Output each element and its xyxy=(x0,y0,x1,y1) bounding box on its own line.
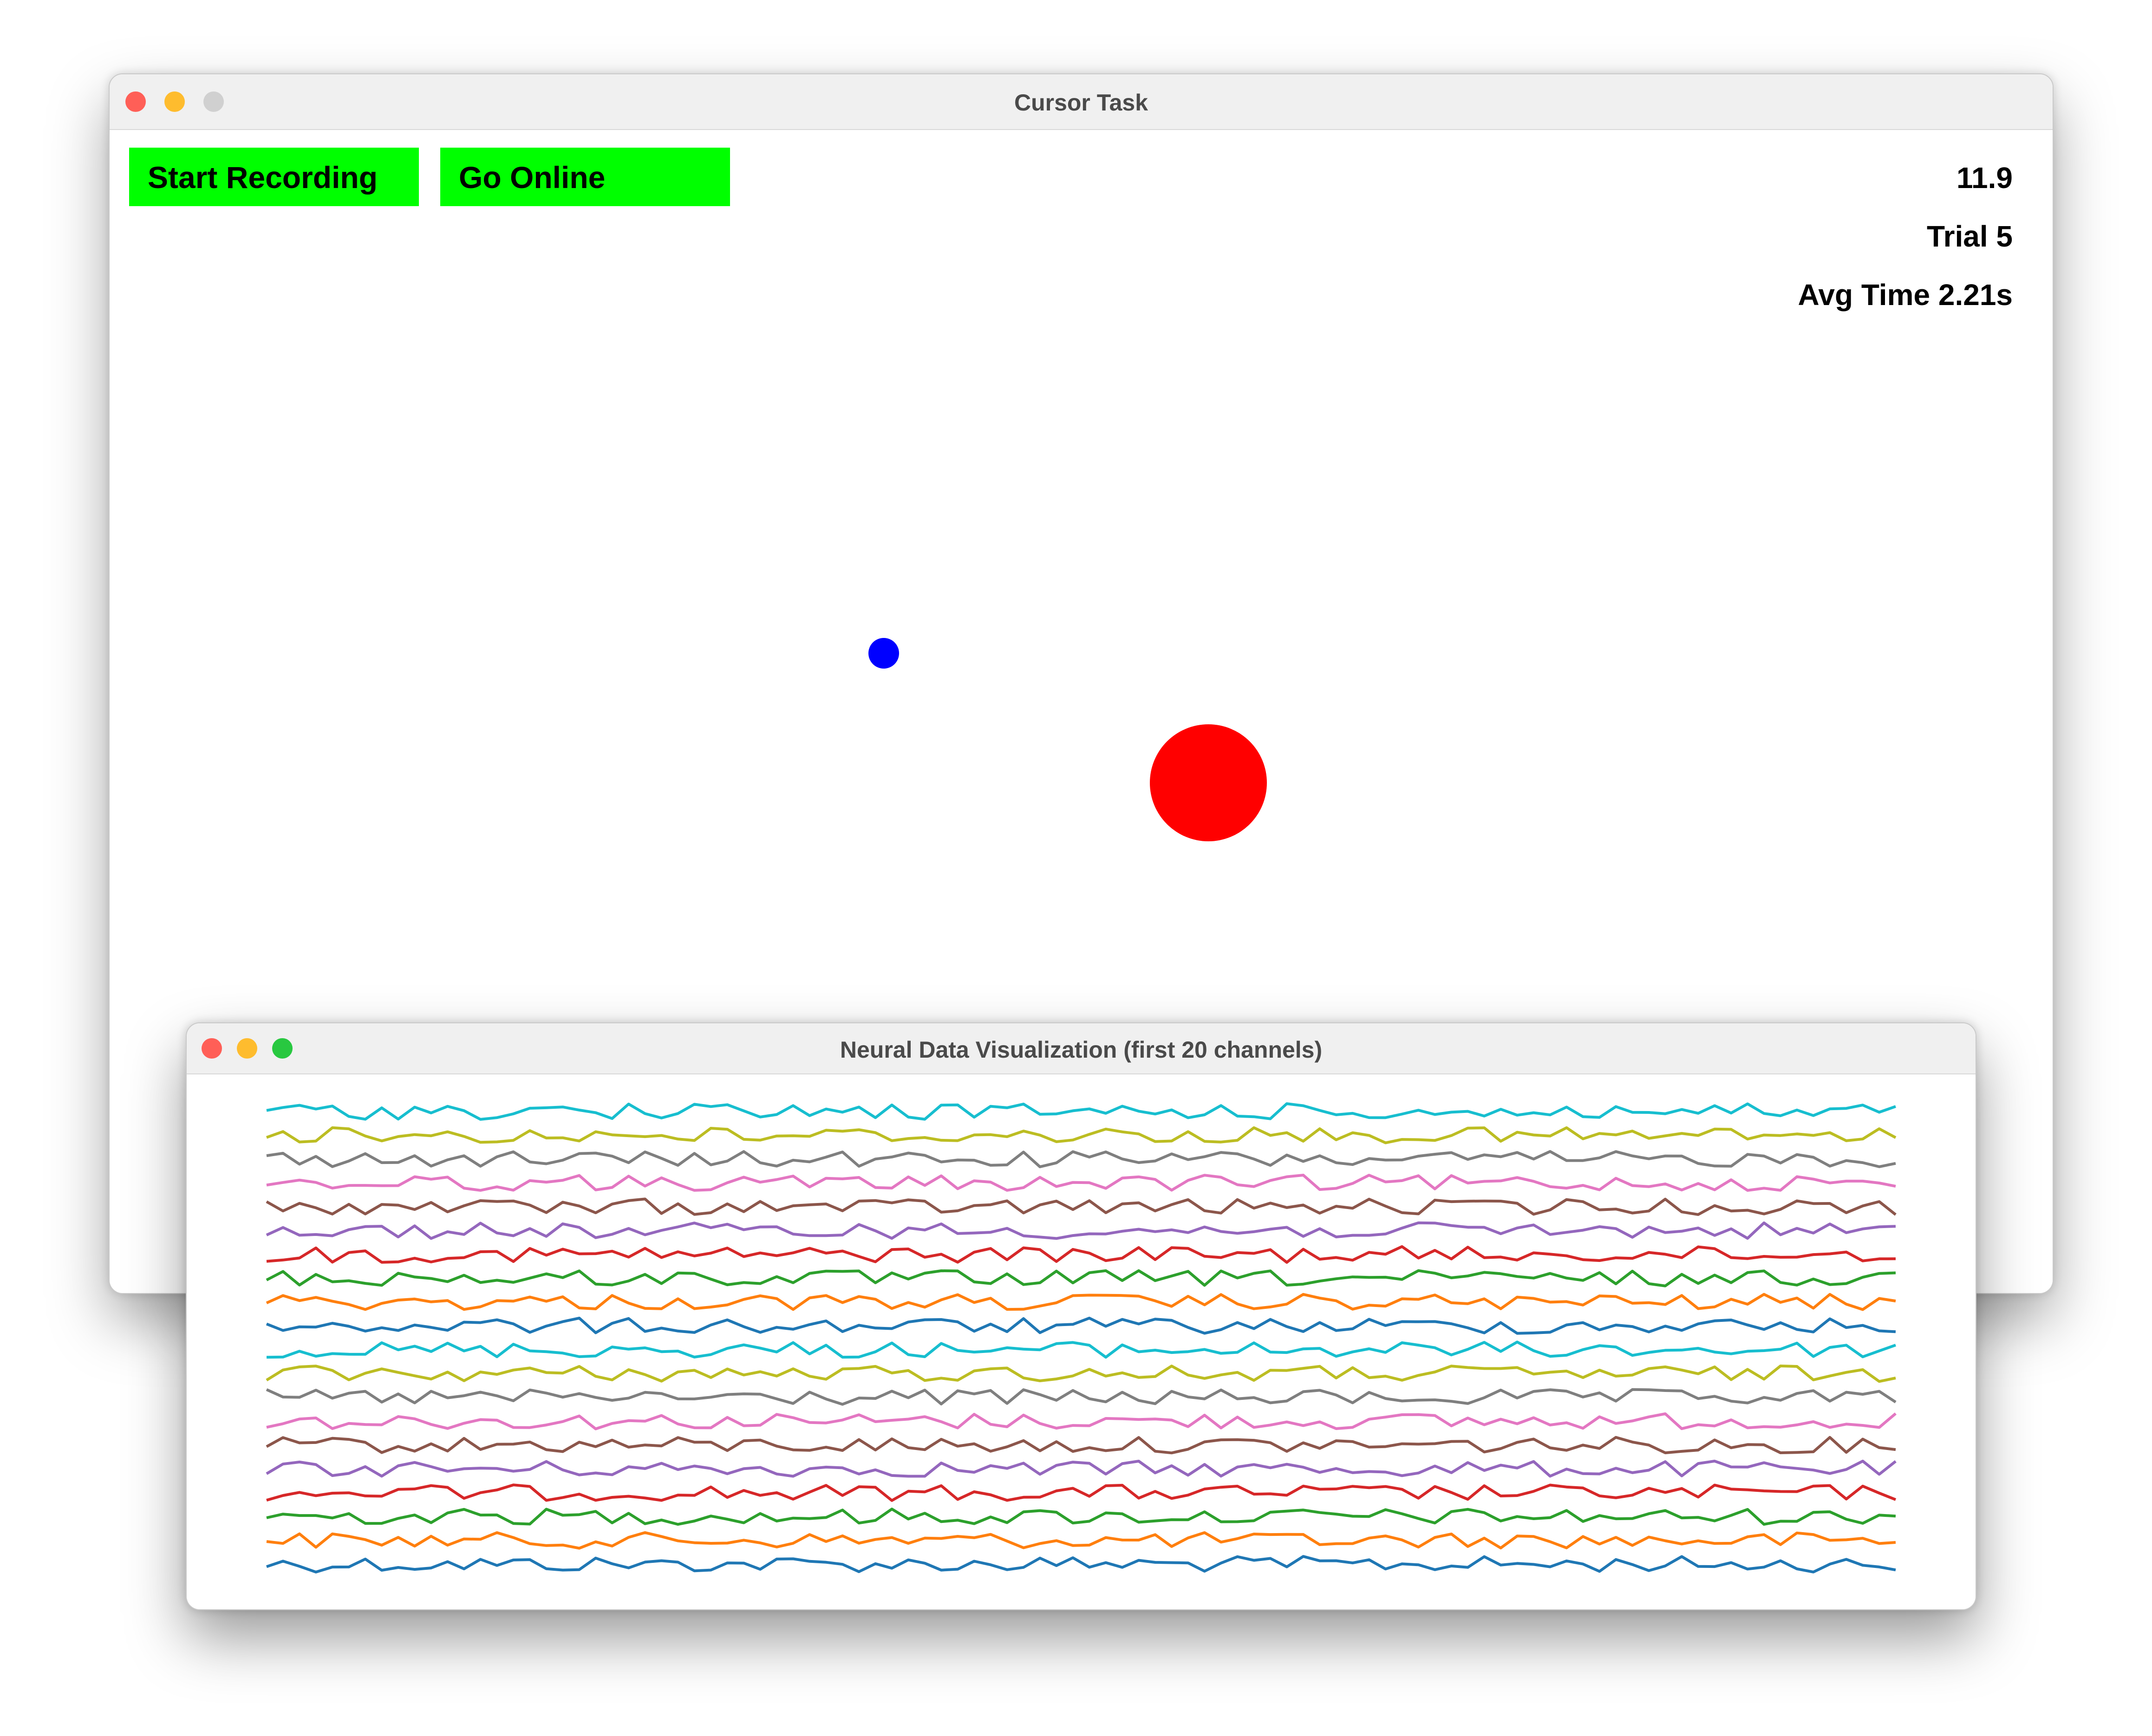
channel-trace-15 xyxy=(266,1221,1896,1240)
avg-time: Avg Time 2.21s xyxy=(1798,278,2013,312)
channel-trace-7 xyxy=(266,1412,1897,1430)
neural-data-window: Neural Data Visualization (first 20 chan… xyxy=(186,1022,1976,1610)
trial-counter: Trial 5 xyxy=(1927,220,2013,253)
titlebar: Neural Data Visualization (first 20 chan… xyxy=(187,1023,1976,1074)
channel-trace-3 xyxy=(266,1508,1896,1526)
channel-trace-5 xyxy=(266,1459,1897,1478)
score-value: 11.9 xyxy=(1956,161,2013,195)
titlebar: Cursor Task xyxy=(110,74,2053,130)
target-dot xyxy=(1150,724,1267,841)
neural-traces-chart xyxy=(266,1102,1897,1573)
channel-trace-20 xyxy=(266,1102,1896,1121)
channel-trace-19 xyxy=(266,1126,1897,1144)
channel-trace-1 xyxy=(266,1555,1896,1573)
channel-trace-16 xyxy=(266,1197,1897,1216)
channel-trace-13 xyxy=(266,1269,1896,1287)
channel-trace-2 xyxy=(266,1531,1896,1550)
cursor-dot xyxy=(868,638,899,669)
channel-trace-6 xyxy=(266,1436,1896,1455)
channel-trace-4 xyxy=(266,1483,1897,1502)
neural-plot-area xyxy=(187,1074,1976,1609)
channel-trace-8 xyxy=(266,1388,1897,1406)
window-title: Cursor Task xyxy=(1014,90,1148,116)
channel-trace-9 xyxy=(266,1365,1896,1383)
go-online-button[interactable]: Go Online xyxy=(440,148,730,206)
channel-trace-14 xyxy=(266,1245,1896,1264)
channel-trace-17 xyxy=(266,1174,1896,1192)
window-title: Neural Data Visualization (first 20 chan… xyxy=(840,1037,1323,1063)
channel-trace-10 xyxy=(266,1340,1896,1359)
channel-trace-18 xyxy=(266,1150,1896,1169)
channel-trace-11 xyxy=(266,1316,1896,1335)
start-recording-button[interactable]: Start Recording xyxy=(129,148,419,206)
channel-trace-12 xyxy=(266,1293,1896,1311)
